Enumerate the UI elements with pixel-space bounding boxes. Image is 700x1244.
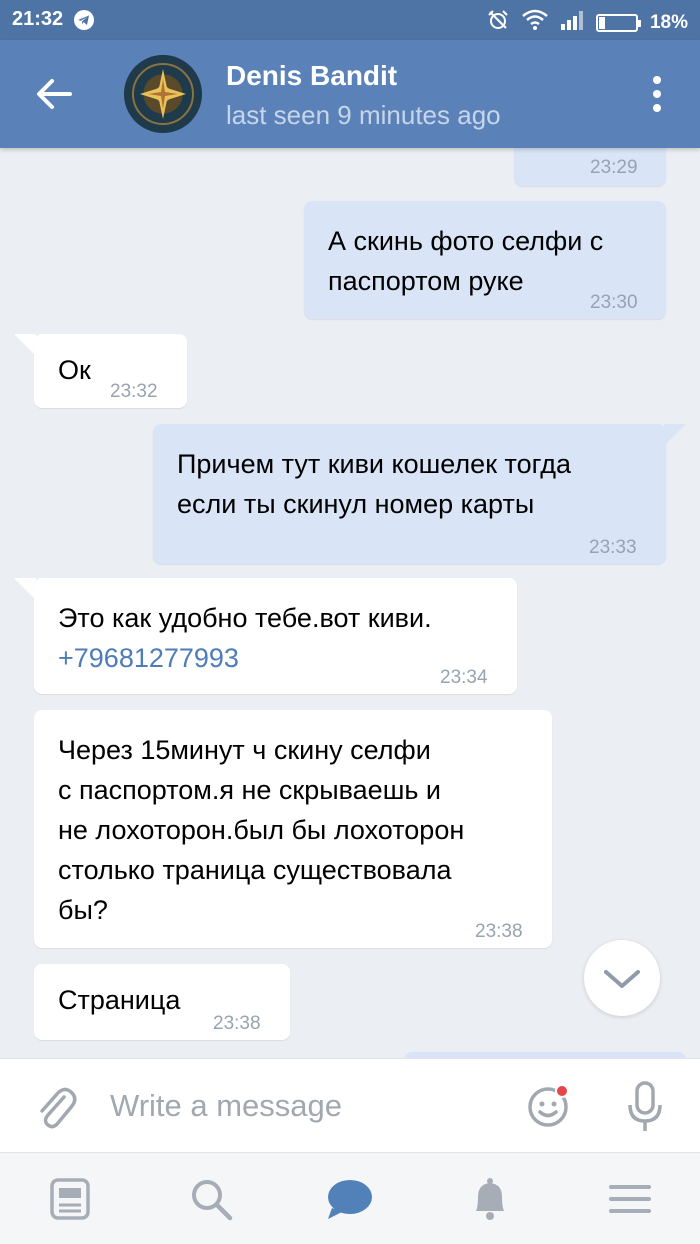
attach-paperclip-icon[interactable] bbox=[34, 1083, 78, 1131]
message-time: 23:29 bbox=[590, 157, 638, 178]
message-input[interactable] bbox=[110, 1081, 500, 1131]
search-icon[interactable] bbox=[187, 1175, 235, 1223]
messages-icon[interactable] bbox=[326, 1175, 374, 1223]
emoji-icon[interactable] bbox=[526, 1083, 572, 1129]
signal-icon bbox=[560, 10, 584, 36]
more-vertical-icon[interactable] bbox=[640, 70, 674, 120]
message-text: Через 15минут ч скину селфи с паспортом.… bbox=[58, 735, 465, 925]
message-text: А скинь фото селфи с паспортом руке bbox=[328, 226, 604, 296]
message-time: 23:38 bbox=[475, 921, 523, 942]
wifi-icon bbox=[522, 9, 548, 37]
compose-bar bbox=[0, 1058, 700, 1152]
bottom-navigation bbox=[0, 1152, 700, 1244]
status-bar: 21:32 18% bbox=[0, 0, 700, 40]
message-bubble-outgoing[interactable]: А скинь фото селфи с паспортом руке 23:3… bbox=[304, 201, 666, 319]
scroll-down-button[interactable] bbox=[584, 940, 660, 1016]
status-time: 21:32 bbox=[12, 8, 64, 30]
message-bubble-incoming[interactable]: Ок 23:32 bbox=[34, 334, 187, 408]
message-bubble-incoming[interactable]: Страница 23:38 bbox=[34, 964, 290, 1040]
chat-header: Denis Bandit last seen 9 minutes ago bbox=[0, 40, 700, 148]
bubble-tail bbox=[664, 424, 686, 446]
last-seen-status: last seen 9 minutes ago bbox=[226, 100, 501, 130]
message-time: 23:34 bbox=[440, 667, 488, 688]
message-bubble-incoming[interactable]: Это как удобно тебе.вот киви. +7968127799… bbox=[34, 578, 517, 694]
message-time: 23:33 bbox=[589, 537, 637, 558]
notifications-bell-icon[interactable] bbox=[466, 1175, 514, 1223]
back-arrow-icon[interactable] bbox=[30, 72, 80, 116]
news-icon[interactable] bbox=[46, 1175, 94, 1223]
message-bubble-outgoing[interactable]: Ок 23:29 bbox=[514, 148, 666, 186]
message-time: 23:30 bbox=[590, 292, 638, 313]
contact-name[interactable]: Denis Bandit bbox=[226, 60, 397, 92]
message-text: Причем тут киви кошелек тогда если ты ск… bbox=[177, 449, 571, 519]
microphone-icon[interactable] bbox=[626, 1081, 664, 1133]
message-time: 23:32 bbox=[110, 381, 158, 402]
message-time: 23:38 bbox=[213, 1013, 261, 1034]
bubble-tail bbox=[14, 334, 36, 356]
message-text: Ок bbox=[58, 355, 91, 385]
menu-icon[interactable] bbox=[606, 1175, 654, 1223]
alarm-off-icon bbox=[486, 8, 510, 38]
message-bubble-outgoing[interactable]: Причем тут киви кошелек тогда если ты ск… bbox=[153, 424, 666, 564]
message-text: Страница bbox=[58, 985, 181, 1015]
phone-link[interactable]: +79681277993 bbox=[58, 643, 239, 673]
battery-percent: 18% bbox=[649, 12, 688, 33]
message-list[interactable]: Ок 23:29 А скинь фото селфи с паспортом … bbox=[0, 148, 700, 1058]
avatar[interactable] bbox=[124, 55, 202, 133]
battery-icon bbox=[595, 14, 641, 32]
message-bubble-incoming[interactable]: Через 15минут ч скину селфи с паспортом.… bbox=[34, 710, 552, 948]
message-text: Ок bbox=[538, 148, 571, 154]
status-icons: 18% bbox=[486, 8, 688, 38]
bubble-tail bbox=[14, 578, 36, 600]
message-text: Это как удобно тебе.вот киви. +7968127799… bbox=[58, 603, 432, 673]
telegram-icon bbox=[74, 10, 94, 30]
